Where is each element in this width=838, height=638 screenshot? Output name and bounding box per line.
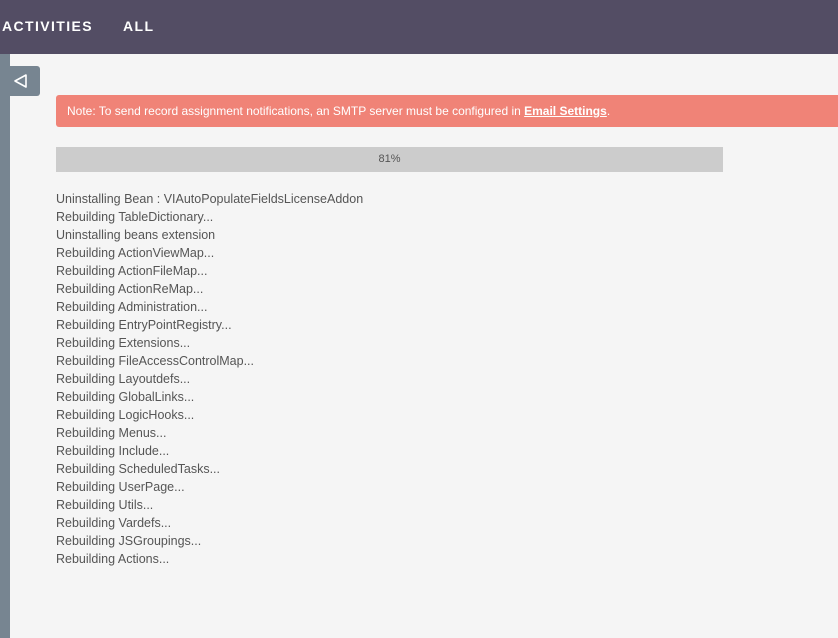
log-line: Rebuilding Include... xyxy=(56,444,170,458)
log-line: Uninstalling beans extension xyxy=(56,228,216,242)
log-line: Rebuilding UserPage... xyxy=(56,480,185,494)
top-navigation-bar: ACTIVITIES ALL xyxy=(0,0,838,54)
alert-text: Note: To send record assignment notifica… xyxy=(67,104,525,118)
log-line: Rebuilding ActionFileMap... xyxy=(56,264,208,278)
log-line: Uninstalling Bean : VIAutoPopulateFields… xyxy=(56,192,364,206)
email-settings-link[interactable]: Email Settings xyxy=(524,104,607,118)
rebuild-log: Uninstalling Bean : VIAutoPopulateFields… xyxy=(56,190,363,568)
nav-activities-tab[interactable]: ACTIVITIES xyxy=(2,18,93,34)
log-line: Rebuilding LogicHooks... xyxy=(56,408,195,422)
smtp-warning-alert: Note: To send record assignment notifica… xyxy=(56,95,838,127)
log-line: Rebuilding ActionReMap... xyxy=(56,282,204,296)
alert-suffix: . xyxy=(606,104,611,118)
nav-all-tab[interactable]: ALL xyxy=(123,18,154,34)
progress-bar: 81% xyxy=(56,147,723,172)
log-line: Rebuilding Administration... xyxy=(56,300,208,314)
log-line: Rebuilding Utils... xyxy=(56,498,154,512)
log-line: Rebuilding ActionViewMap... xyxy=(56,246,215,260)
sidebar-strip xyxy=(0,54,10,638)
log-line: Rebuilding GlobalLinks... xyxy=(56,390,195,404)
log-line: Rebuilding EntryPointRegistry... xyxy=(56,318,232,332)
log-line: Rebuilding Menus... xyxy=(56,426,167,440)
log-line: Rebuilding ScheduledTasks... xyxy=(56,462,220,476)
log-line: Rebuilding Vardefs... xyxy=(56,516,172,530)
log-line: Rebuilding TableDictionary... xyxy=(56,210,214,224)
log-line: Rebuilding Extensions... xyxy=(56,336,191,350)
log-line: Rebuilding Actions... xyxy=(56,552,170,566)
collapse-left-triangle-icon xyxy=(14,74,27,88)
log-line: Rebuilding FileAccessControlMap... xyxy=(56,354,255,368)
log-line: Rebuilding JSGroupings... xyxy=(56,534,202,548)
progress-label: 81% xyxy=(378,153,401,165)
sidebar-toggle-button[interactable] xyxy=(0,66,40,96)
log-line: Rebuilding Layoutdefs... xyxy=(56,372,191,386)
